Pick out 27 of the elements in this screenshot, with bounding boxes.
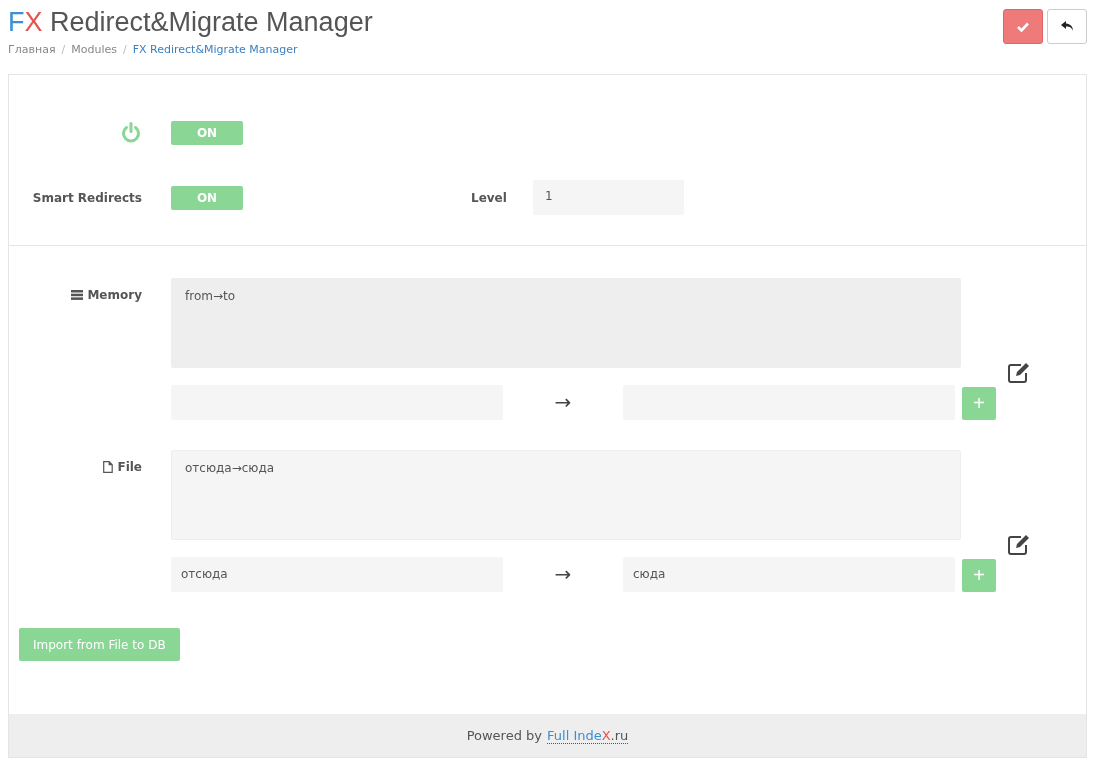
breadcrumb-link[interactable]: Главная (8, 43, 56, 56)
section-label: Memory (87, 288, 142, 302)
section-label: File (117, 460, 142, 474)
level-label: Level (471, 190, 508, 205)
to-field[interactable]: сюда (623, 557, 955, 592)
level-field[interactable]: 1 (533, 180, 684, 215)
from-field[interactable]: отсюда (171, 557, 503, 592)
arrow-symbol: → (553, 389, 573, 416)
breadcrumb-separator: / (122, 43, 127, 56)
edit-icon[interactable] (1007, 534, 1031, 556)
footer-text: Powered by (466, 728, 542, 743)
edit-icon[interactable] (1007, 362, 1031, 384)
back-button[interactable] (1047, 9, 1087, 44)
breadcrumb-link[interactable]: FX Redirect&Migrate Manager (132, 43, 298, 56)
footer-link[interactable]: Full IndeX.ru (547, 727, 629, 744)
save-button[interactable] (1003, 9, 1043, 44)
arrow-symbol: → (553, 561, 573, 588)
page-title: FX Redirect&Migrate Manager (8, 6, 373, 38)
reply-arrow-icon (1060, 21, 1074, 32)
power-icon (120, 121, 142, 144)
checkmark-icon (1017, 21, 1029, 32)
text-area[interactable]: отсюда→сюда (171, 450, 961, 540)
document-icon (103, 461, 114, 473)
text-area[interactable]: from→to (171, 278, 961, 368)
setting-label: Smart Redirects (32, 190, 142, 205)
breadcrumb-link[interactable]: Modules (71, 43, 117, 56)
breadcrumb-separator: / (61, 43, 66, 56)
